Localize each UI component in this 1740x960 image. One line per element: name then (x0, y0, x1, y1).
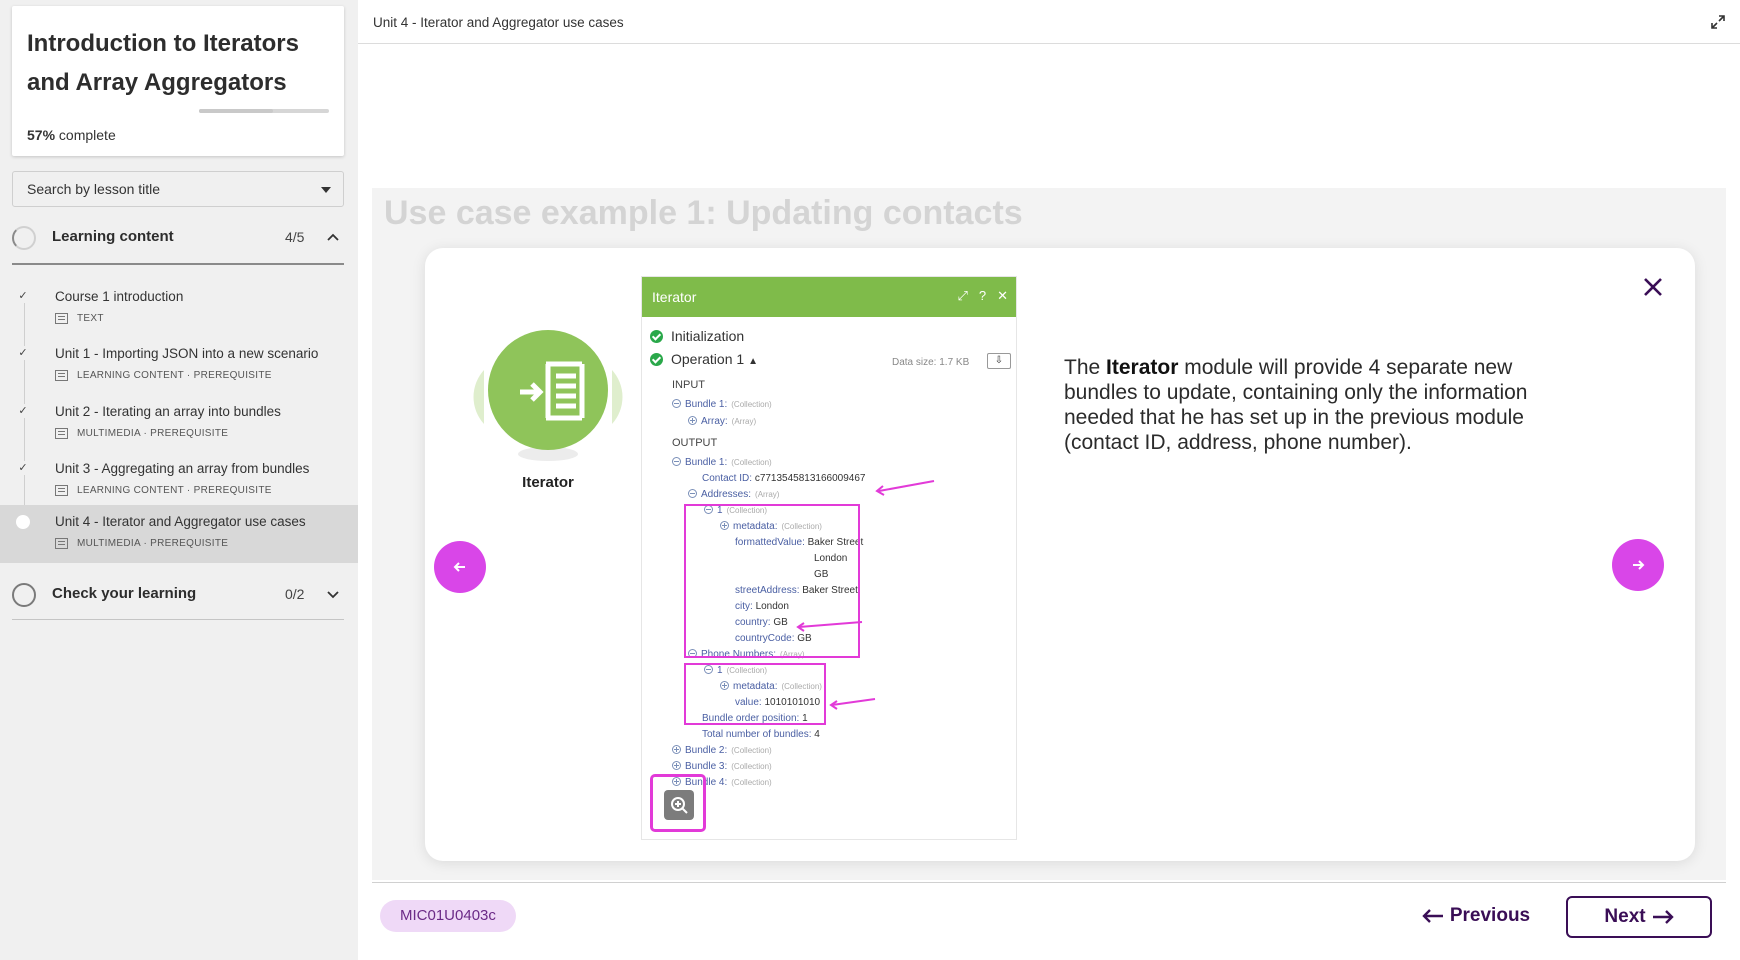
breadcrumb: Unit 4 - Iterator and Aggregator use cas… (373, 15, 624, 30)
slide-heading: Use case example 1: Updating contacts (384, 194, 1023, 232)
lesson-search-select[interactable]: Search by lesson title (12, 171, 344, 207)
progress-ring-icon (12, 226, 36, 250)
section-count: 4/5 (285, 229, 305, 245)
annotation-arrows (796, 480, 935, 710)
progress-text: 57% complete (27, 127, 116, 143)
section-label: Check your learning (52, 585, 197, 602)
previous-button[interactable]: Previous (1418, 897, 1534, 935)
lesson-meta: MULTIMEDIA · PREREQUISITE (55, 428, 228, 439)
checkmark-icon: ✓ (16, 289, 30, 303)
current-lesson-dot-icon (16, 515, 30, 529)
lesson-item-unit-3[interactable]: ✓ Unit 3 - Aggregating an array from bun… (0, 452, 358, 510)
lesson-title: Course 1 introduction (55, 289, 184, 304)
search-placeholder: Search by lesson title (27, 181, 161, 197)
iterator-module-label: Iterator (522, 474, 574, 491)
chevron-up-icon (327, 233, 339, 241)
lesson-item-course-intro[interactable]: ✓ Course 1 introduction TEXT (0, 280, 358, 338)
lesson-meta: TEXT (55, 313, 104, 324)
arrow-right-icon (1652, 910, 1674, 924)
section-divider (12, 263, 344, 265)
progress-bar (199, 109, 329, 113)
lesson-meta: MULTIMEDIA · PREREQUISITE (55, 538, 228, 549)
progress-fill (199, 109, 274, 113)
stage-divider (372, 882, 1726, 883)
lesson-meta: LEARNING CONTENT · PREREQUISITE (55, 370, 272, 381)
progress-word: complete (58, 127, 116, 143)
section-label: Learning content (52, 228, 174, 245)
checkmark-icon: ✓ (16, 346, 30, 360)
learning-content-icon (55, 485, 68, 496)
lesson-title: Unit 1 - Importing JSON into a new scena… (55, 346, 319, 361)
caret-down-icon (321, 187, 331, 193)
section-count: 0/2 (285, 586, 305, 602)
course-card: Introduction to Iterators and Array Aggr… (12, 6, 344, 156)
section-learning-content[interactable]: Learning content 4/5 (12, 215, 344, 261)
arrow-left-icon (1422, 909, 1443, 923)
empty-ring-icon (12, 583, 36, 607)
chevron-down-icon (327, 591, 339, 599)
section-check-your-learning[interactable]: Check your learning 0/2 (12, 572, 344, 618)
checkmark-icon: ✓ (16, 461, 30, 475)
lesson-item-unit-1[interactable]: ✓ Unit 1 - Importing JSON into a new sce… (0, 337, 358, 395)
arrow-left-icon (453, 562, 465, 572)
section-divider (12, 619, 344, 620)
iterator-module-icon (473, 330, 623, 461)
document-icon (55, 313, 68, 324)
lesson-title: Unit 4 - Iterator and Aggregator use cas… (55, 514, 306, 529)
checkmark-icon: ✓ (16, 404, 30, 418)
fullscreen-icon[interactable] (1710, 14, 1726, 30)
slide-prev-button[interactable] (434, 541, 486, 593)
lesson-item-unit-4[interactable]: Unit 4 - Iterator and Aggregator use cas… (0, 505, 358, 563)
course-sidebar: Introduction to Iterators and Array Aggr… (0, 0, 358, 960)
slide-next-button[interactable] (1612, 539, 1664, 591)
learning-content-icon (55, 370, 68, 381)
lesson-title: Unit 2 - Iterating an array into bundles (55, 404, 281, 419)
multimedia-icon (55, 428, 68, 439)
slide-description: The Iterator module will provide 4 separ… (1064, 356, 1528, 454)
multimedia-icon (55, 538, 68, 549)
lesson-meta: LEARNING CONTENT · PREREQUISITE (55, 485, 272, 496)
progress-percent: 57% (27, 127, 56, 143)
next-button[interactable]: Next (1566, 896, 1712, 938)
iterator-output-panel: Iterator ⤢? ✕ Initialization Operation 1 … (641, 276, 1017, 840)
close-icon[interactable] (1642, 276, 1664, 298)
lesson-code-badge: MIC01U0403c (380, 900, 516, 932)
lesson-topbar: Unit 4 - Iterator and Aggregator use cas… (358, 0, 1740, 44)
lesson-title: Unit 3 - Aggregating an array from bundl… (55, 461, 310, 476)
lesson-item-unit-2[interactable]: ✓ Unit 2 - Iterating an array into bundl… (0, 395, 358, 453)
course-title: Introduction to Iterators and Array Aggr… (27, 30, 299, 96)
arrow-right-icon (1633, 560, 1645, 570)
